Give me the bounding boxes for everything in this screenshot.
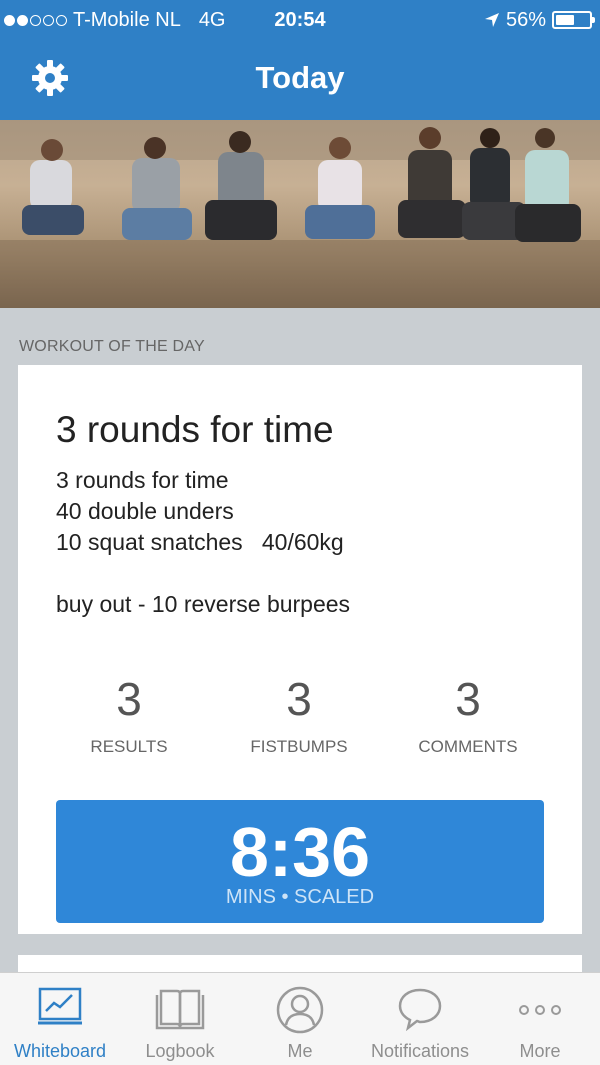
tab-more[interactable]: More [480, 973, 600, 1065]
hero-photo-illustration [0, 120, 600, 308]
tab-label: Me [287, 1041, 313, 1061]
more-icon [519, 1005, 561, 1015]
tab-label: More [519, 1041, 561, 1061]
score-button[interactable]: 8:36 MINS • SCALED [56, 800, 544, 923]
person-icon [276, 986, 324, 1034]
tab-me[interactable]: Me [240, 973, 360, 1065]
tab-label: Whiteboard [13, 1041, 107, 1061]
page-title: Today [255, 60, 345, 95]
battery-percent: 56% [505, 9, 546, 31]
stat-value: 3 [116, 673, 142, 725]
workout-description: 3 rounds for time 40 double unders 10 sq… [56, 467, 351, 617]
status-right: 56% [484, 0, 595, 40]
status-bar: T-Mobile NL 4G 20:54 56% [0, 0, 600, 40]
tab-notifications[interactable]: Notifications [360, 973, 480, 1065]
tab-logbook[interactable]: Logbook [120, 973, 240, 1065]
stat-results[interactable]: 3 RESULTS [44, 670, 214, 757]
stat-comments[interactable]: 3 COMMENTS [383, 670, 553, 757]
stat-value: 3 [455, 673, 481, 725]
location-arrow-icon [484, 13, 499, 27]
stat-label: FISTBUMPS [250, 737, 348, 756]
tab-whiteboard[interactable]: Whiteboard [0, 973, 120, 1065]
battery-icon [552, 11, 595, 29]
hero-photo [0, 120, 600, 308]
score-detail: MINS • SCALED [225, 886, 375, 908]
tab-bar: Whiteboard Logbook Me Notifications More [0, 972, 600, 1065]
stat-label: RESULTS [90, 737, 168, 756]
tab-label: Logbook [145, 1041, 215, 1061]
chat-bubble-icon [398, 988, 442, 1031]
score-value: 8:36 [229, 813, 371, 891]
workout-card[interactable]: 3 rounds for time 3 rounds for time 40 d… [18, 365, 582, 934]
battery-fill [556, 15, 574, 25]
book-icon [155, 989, 205, 1030]
section-label: WORKOUT OF THE DAY [19, 338, 205, 355]
tab-label: Notifications [370, 1041, 470, 1061]
app-header: T-Mobile NL 4G 20:54 56% Today [0, 0, 600, 120]
workout-title: 3 rounds for time [56, 409, 334, 450]
stat-value: 3 [286, 673, 312, 725]
stat-label: COMMENTS [418, 737, 518, 756]
stat-fistbumps[interactable]: 3 FISTBUMPS [214, 670, 384, 757]
workout-stats: 3 RESULTS 3 FISTBUMPS 3 COMMENTS [18, 670, 582, 760]
whiteboard-icon [38, 987, 82, 1025]
